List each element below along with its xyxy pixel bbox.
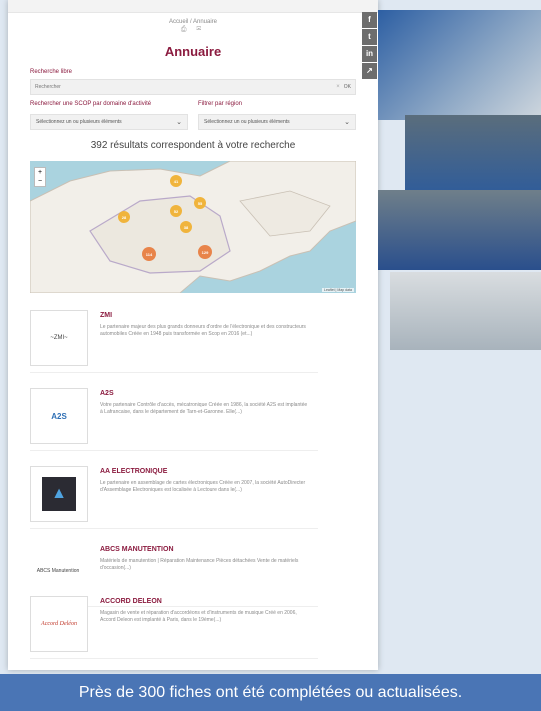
directory-page: Accueil / Annuaire ⎙ ✉ Annuaire Recherch… — [8, 0, 378, 670]
map-cluster[interactable]: 55 — [194, 197, 206, 209]
company-name[interactable]: ACCORD DELEON — [100, 598, 162, 605]
photo-worker — [378, 10, 541, 120]
share-icon[interactable]: ↗ — [362, 63, 377, 79]
list-item[interactable]: ▲ AA ELECTRONIQUE Le partenaire en assem… — [30, 466, 318, 529]
company-logo: A2S — [30, 388, 88, 444]
facebook-icon[interactable]: f — [362, 12, 377, 28]
print-email-icons[interactable]: ⎙ ✉ — [8, 26, 378, 34]
breadcrumb[interactable]: Accueil / Annuaire — [8, 19, 378, 25]
company-description: Le partenaire majeur des plus grands don… — [100, 324, 306, 337]
filter-region-label: Filtrer par région — [198, 101, 243, 107]
company-logo: ABCS Manutention — [30, 544, 86, 598]
map-cluster[interactable]: 28 — [118, 211, 130, 223]
list-item[interactable]: ~ZMI~ ZMI Le partenaire majeur des plus … — [30, 310, 318, 373]
company-name[interactable]: A2S — [100, 390, 114, 397]
map-cluster[interactable]: 114 — [142, 247, 156, 261]
chevron-down-icon: ⌄ — [344, 119, 350, 126]
results-count: 392 résultats correspondent à votre rech… — [90, 140, 296, 151]
list-item[interactable]: A2S A2S Votre partenaire Contrôle d'accè… — [30, 388, 318, 451]
company-logo: ~ZMI~ — [30, 310, 88, 366]
map-land — [30, 161, 356, 293]
twitter-icon[interactable]: t — [362, 29, 377, 45]
social-bar: f t in ↗ — [362, 12, 377, 80]
company-logo: Accord Deléon — [30, 596, 88, 652]
region-select-value: Sélectionnez un ou plusieurs éléments — [204, 119, 290, 125]
activity-select[interactable]: Sélectionnez un ou plusieurs éléments ⌄ — [30, 114, 188, 130]
filter-activity: Rechercher une SCOP par domaine d'activi… — [30, 101, 188, 130]
map[interactable]: + − 41 52 28 55 38 114 129 Leaflet | Map… — [30, 161, 356, 293]
search-ok-button[interactable]: OK — [344, 84, 351, 90]
map-cluster[interactable]: 52 — [170, 205, 182, 217]
photo-group — [378, 190, 541, 270]
page-title: Annuaire — [164, 44, 222, 59]
zoom-control[interactable]: + − — [34, 167, 46, 187]
company-logo-mark: ▲ — [42, 477, 76, 511]
top-bar — [8, 0, 378, 13]
zoom-out-button[interactable]: − — [35, 177, 45, 186]
company-description: Matériels de manutention | Réparation Ma… — [100, 558, 299, 571]
clear-icon[interactable]: × — [336, 84, 340, 90]
list-item[interactable]: Accord Deléon ACCORD DELEON Magasin de v… — [30, 596, 318, 659]
map-cluster[interactable]: 38 — [180, 221, 192, 233]
filter-activity-label: Rechercher une SCOP par domaine d'activi… — [30, 101, 152, 107]
company-logo: ▲ — [30, 466, 88, 522]
photo-lab — [390, 272, 541, 350]
company-name[interactable]: ZMI — [100, 312, 112, 319]
company-name[interactable]: AA ELECTRONIQUE — [100, 468, 167, 475]
chevron-down-icon: ⌄ — [176, 119, 182, 126]
search-label: Recherche libre — [30, 69, 73, 75]
filter-region: Filtrer par région Sélectionnez un ou pl… — [198, 101, 356, 130]
activity-select-value: Sélectionnez un ou plusieurs éléments — [36, 119, 122, 125]
search-placeholder: Rechercher — [35, 84, 61, 90]
company-description: Le partenaire en assemblage de cartes él… — [100, 480, 306, 493]
map-cluster[interactable]: 41 — [170, 175, 182, 187]
map-attribution[interactable]: Leaflet | Map data — [322, 288, 354, 292]
map-cluster[interactable]: 129 — [198, 245, 212, 259]
company-description: Votre partenaire Contrôle d'accès, mécat… — [100, 402, 308, 415]
caption: Près de 300 fiches ont été complétées ou… — [0, 674, 541, 711]
company-description: Magasin de vente et réparation d'accordé… — [100, 610, 297, 623]
search-input[interactable]: Rechercher × OK — [30, 79, 356, 95]
filters: Rechercher une SCOP par domaine d'activi… — [30, 101, 356, 130]
linkedin-icon[interactable]: in — [362, 46, 377, 62]
company-name[interactable]: ABCS MANUTENTION — [100, 546, 174, 553]
region-select[interactable]: Sélectionnez un ou plusieurs éléments ⌄ — [198, 114, 356, 130]
photo-team — [405, 115, 541, 195]
zoom-in-button[interactable]: + — [35, 168, 45, 177]
